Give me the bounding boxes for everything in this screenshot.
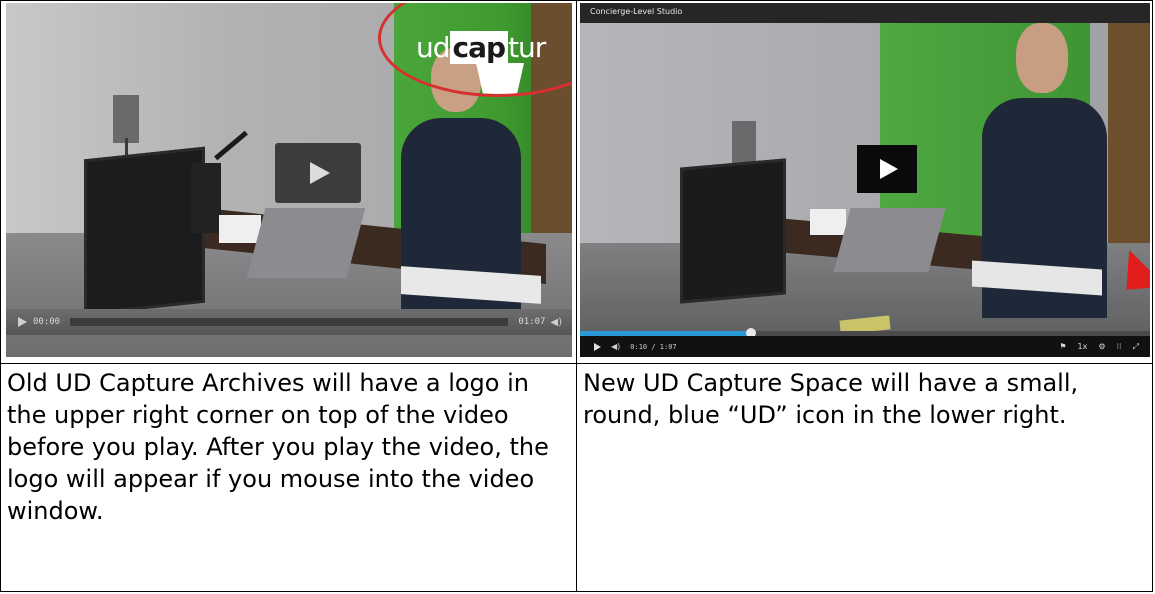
play-button[interactable] — [857, 145, 917, 193]
row-divider — [0, 363, 1153, 364]
flag-icon[interactable]: ⚑ — [1059, 342, 1066, 351]
title-bar: Concierge-Level Studio — [580, 3, 1150, 23]
play-button[interactable] — [275, 143, 361, 203]
play-icon[interactable] — [594, 342, 601, 351]
column-divider — [576, 0, 577, 592]
laptop — [833, 208, 946, 272]
monitor-back — [191, 163, 221, 233]
old-capture-caption: Old UD Capture Archives will have a logo… — [7, 369, 549, 525]
volume-icon[interactable]: ◀) — [611, 342, 620, 351]
white-box — [219, 215, 261, 243]
current-time: 00:00 — [33, 317, 61, 327]
new-video-player[interactable]: Concierge-Level Studio ◀) 0:10 / 1:07 ⚑ … — [580, 3, 1150, 357]
fullscreen-icon[interactable]: ⤢ — [1133, 342, 1139, 352]
volume-icon[interactable]: ◀) — [550, 317, 562, 328]
presenter-head — [1016, 23, 1068, 93]
new-capture-caption: New UD Capture Space will have a small, … — [583, 369, 1079, 429]
old-video-player[interactable]: ud cap tur 00:00 01:07 ◀) — [6, 3, 572, 357]
monitor — [680, 158, 786, 304]
play-icon — [310, 162, 330, 184]
speed-icon[interactable]: 1x — [1078, 342, 1088, 351]
studio-light — [113, 95, 139, 143]
time-display: 0:10 / 1:07 — [630, 342, 677, 351]
control-bar: 00:00 01:07 ◀) — [6, 309, 572, 335]
control-bar: ◀) 0:10 / 1:07 ⚑ 1x ⚙ ⁝⁝ ⤢ — [580, 336, 1150, 357]
progress-bar[interactable] — [70, 318, 509, 326]
video-title: Concierge-Level Studio — [590, 7, 683, 16]
play-icon[interactable] — [18, 317, 27, 327]
play-icon — [880, 159, 898, 179]
white-box — [810, 209, 846, 235]
laptop — [246, 208, 366, 278]
total-time: 01:07 — [518, 317, 546, 327]
studio-light — [732, 121, 756, 165]
grid-icon[interactable]: ⁝⁝ — [1117, 342, 1122, 351]
settings-icon[interactable]: ⚙ — [1098, 342, 1105, 351]
monitor — [84, 146, 205, 316]
